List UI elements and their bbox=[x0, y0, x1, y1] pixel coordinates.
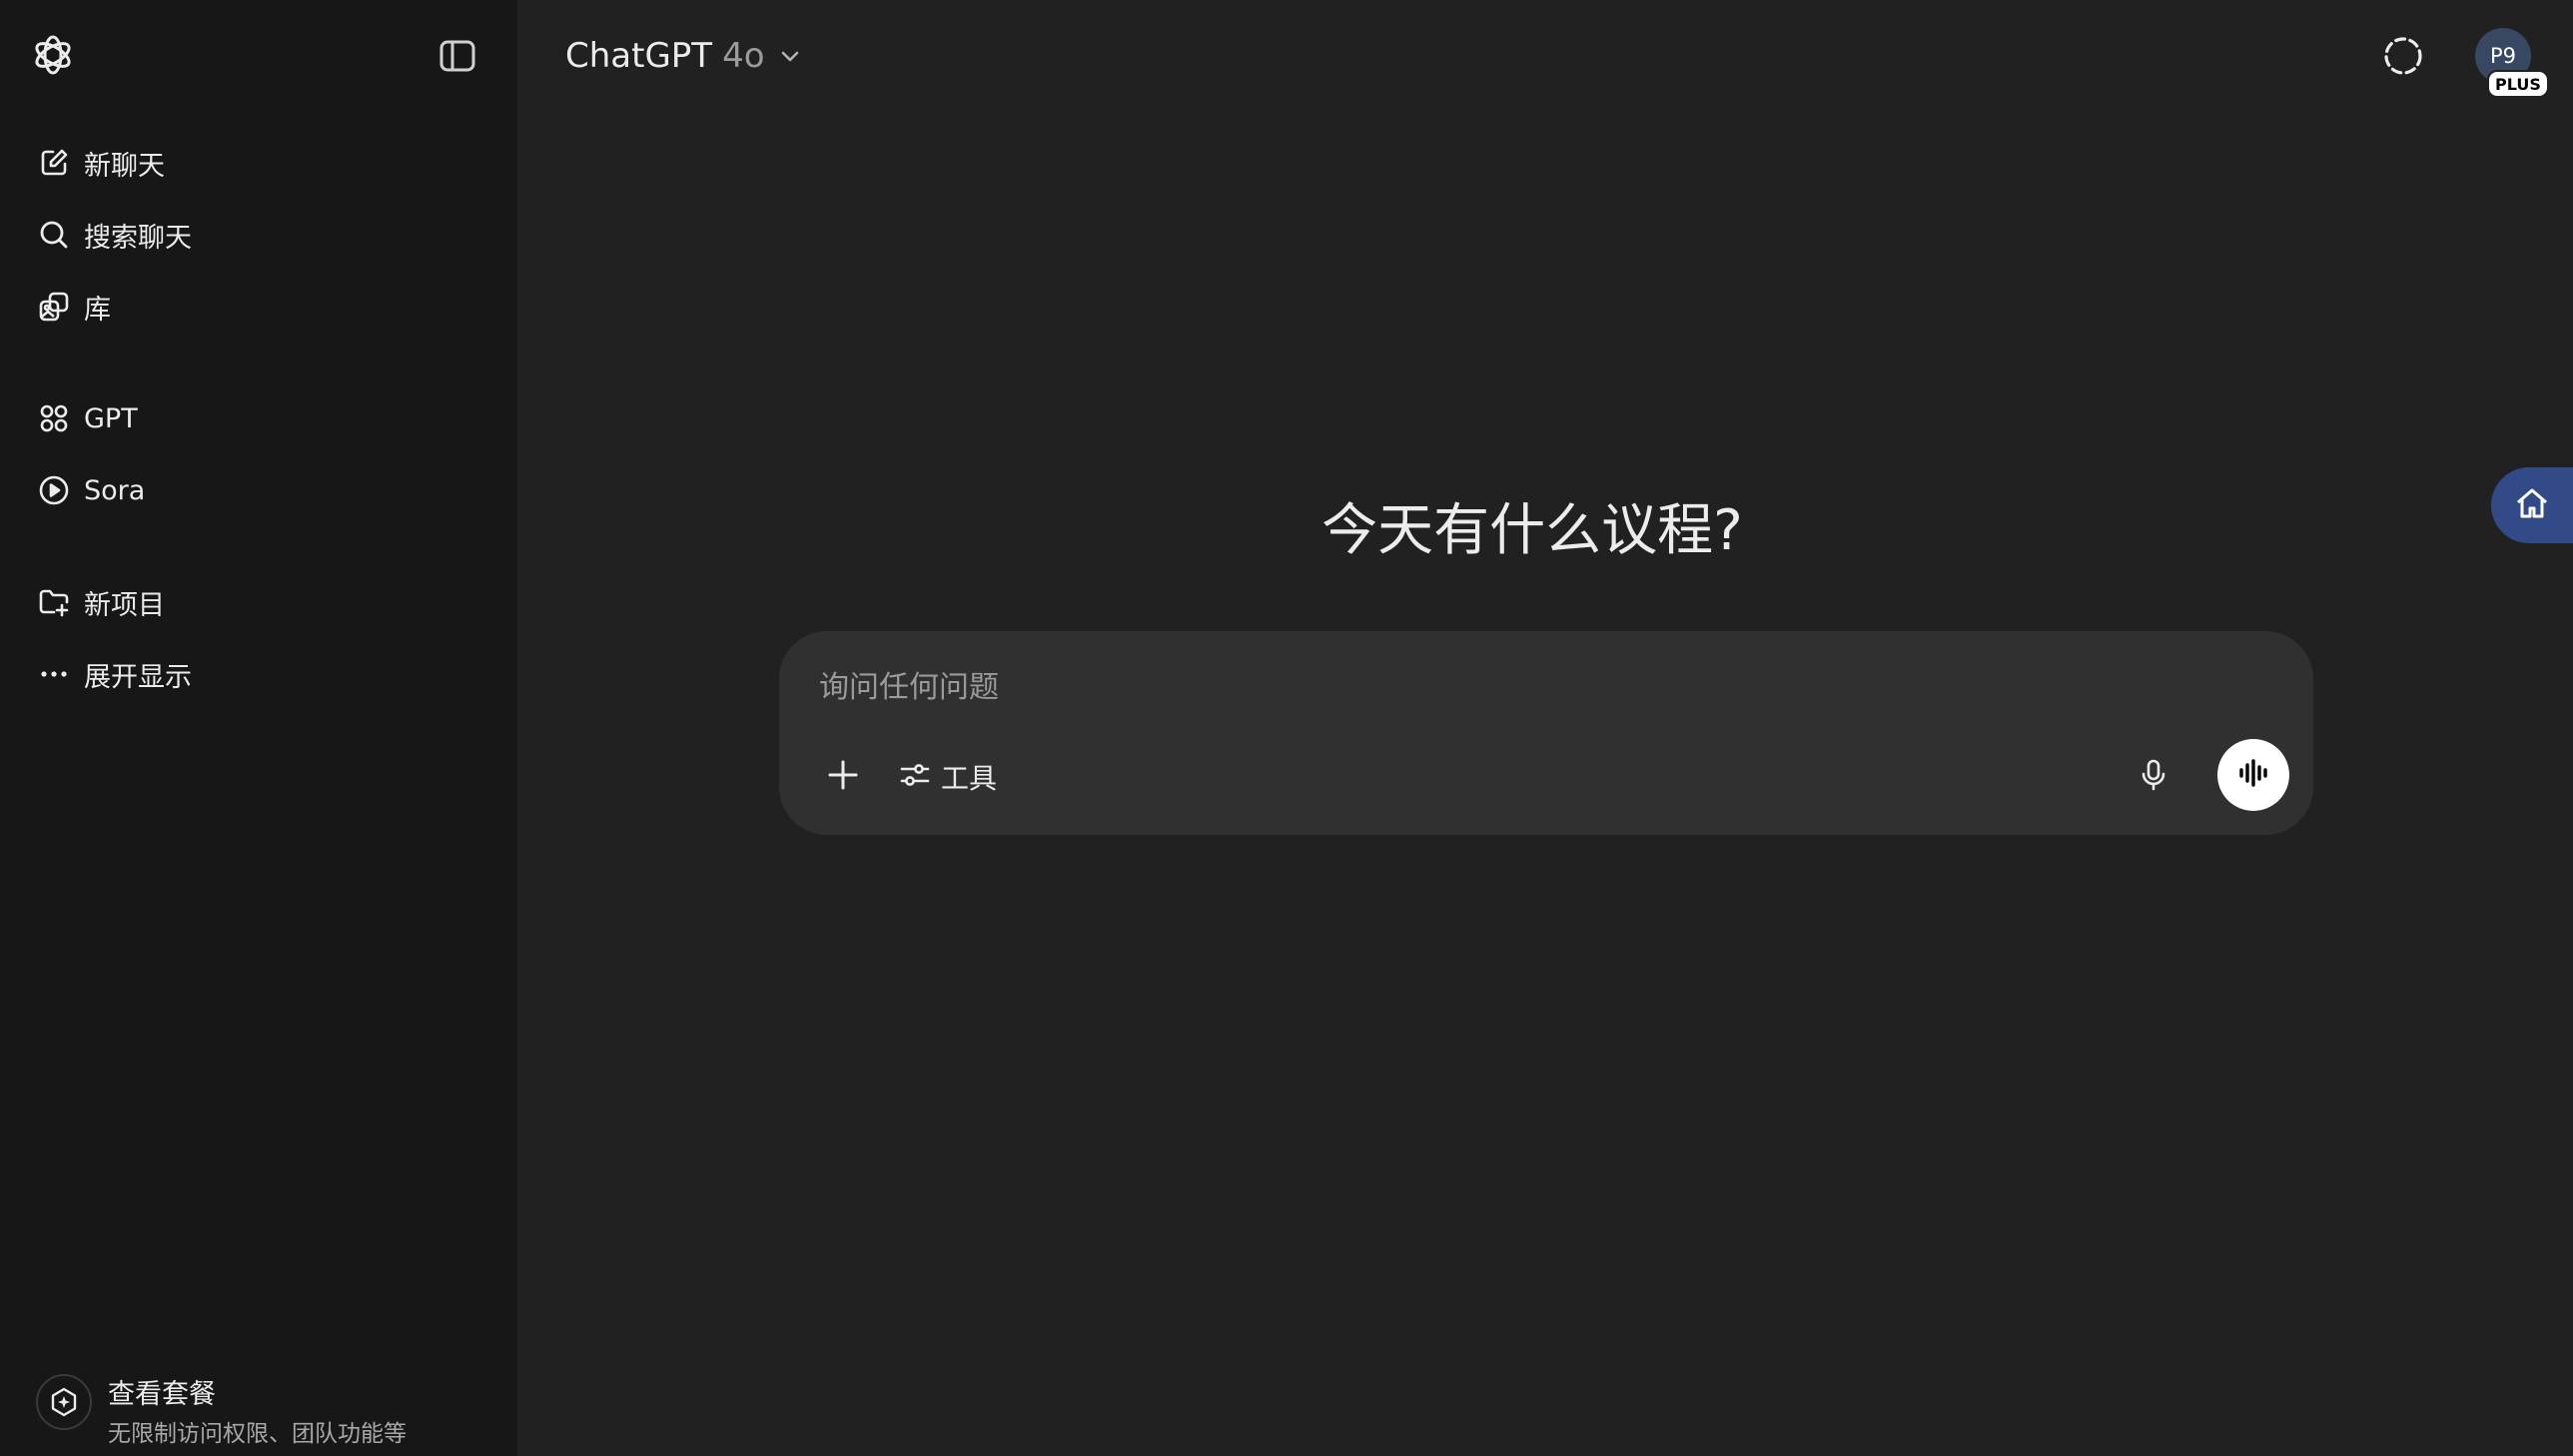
edit-icon bbox=[36, 145, 72, 181]
sidebar-item-gpt[interactable]: GPT bbox=[18, 387, 497, 449]
waveform-icon bbox=[2235, 755, 2271, 795]
sidebar-item-label: 库 bbox=[84, 294, 111, 326]
page-title: 今天有什么议程? bbox=[1321, 498, 1743, 563]
voice-mode-button[interactable] bbox=[2217, 739, 2289, 811]
home-icon bbox=[2514, 485, 2550, 525]
temporary-chat-icon[interactable] bbox=[2381, 34, 2425, 78]
view-plans-subtitle: 无限制访问权限、团队功能等 bbox=[108, 1421, 407, 1447]
plus-icon bbox=[826, 758, 860, 796]
sidebar-item-new-chat[interactable]: 新聊天 bbox=[18, 132, 497, 194]
floating-home-button[interactable] bbox=[2491, 467, 2573, 543]
sidebar-item-show-more[interactable]: 展开显示 bbox=[18, 643, 497, 705]
sidebar-item-label: 搜索聊天 bbox=[84, 222, 192, 254]
search-icon bbox=[36, 217, 72, 253]
sidebar-item-library[interactable]: 库 bbox=[18, 276, 497, 338]
dictate-button[interactable] bbox=[2128, 751, 2179, 803]
microphone-icon bbox=[2137, 758, 2170, 796]
sidebar: 新聊天 搜索聊天 库 GPT Sora 新项目 展开显示 查看套餐 无限制访问权… bbox=[0, 0, 517, 1456]
plan-badge: PLUS bbox=[2487, 70, 2549, 98]
chevron-down-icon bbox=[777, 43, 803, 69]
folder-plus-icon bbox=[36, 584, 72, 620]
model-name: ChatGPT bbox=[565, 36, 713, 76]
sidebar-item-label: Sora bbox=[84, 474, 146, 506]
sidebar-item-label: 新项目 bbox=[84, 589, 165, 621]
avatar-initials: P9 bbox=[2489, 44, 2517, 68]
model-selector[interactable]: ChatGPT 4o bbox=[551, 28, 817, 84]
tools-button[interactable]: 工具 bbox=[889, 749, 1007, 805]
sidebar-item-sora[interactable]: Sora bbox=[18, 459, 497, 521]
library-icon bbox=[36, 289, 72, 325]
upgrade-sparkle-icon bbox=[36, 1374, 92, 1430]
play-circle-icon bbox=[36, 472, 72, 508]
sidebar-item-new-project[interactable]: 新项目 bbox=[18, 571, 497, 633]
tools-label: 工具 bbox=[941, 762, 998, 795]
grid-icon bbox=[36, 400, 72, 436]
app-window: 新聊天 搜索聊天 库 GPT Sora 新项目 展开显示 查看套餐 无限制访问权… bbox=[0, 0, 2573, 1456]
sidebar-item-label: 新聊天 bbox=[84, 150, 165, 182]
openai-logo-icon[interactable] bbox=[30, 32, 76, 78]
view-plans-title: 查看套餐 bbox=[108, 1379, 216, 1410]
message-input[interactable] bbox=[817, 661, 2259, 713]
model-version: 4o bbox=[722, 36, 765, 76]
view-plans-button[interactable]: 查看套餐 无限制访问权限、团队功能等 bbox=[18, 1358, 497, 1448]
sidebar-item-label: 展开显示 bbox=[84, 661, 192, 693]
more-horizontal-icon bbox=[36, 656, 72, 692]
attach-button[interactable] bbox=[817, 751, 869, 803]
sidebar-item-search-chats[interactable]: 搜索聊天 bbox=[18, 204, 497, 266]
chat-composer: 工具 bbox=[779, 631, 2313, 835]
sliders-icon bbox=[899, 759, 931, 795]
sidebar-item-label: GPT bbox=[84, 402, 138, 434]
sidebar-toggle-icon[interactable] bbox=[437, 36, 477, 76]
